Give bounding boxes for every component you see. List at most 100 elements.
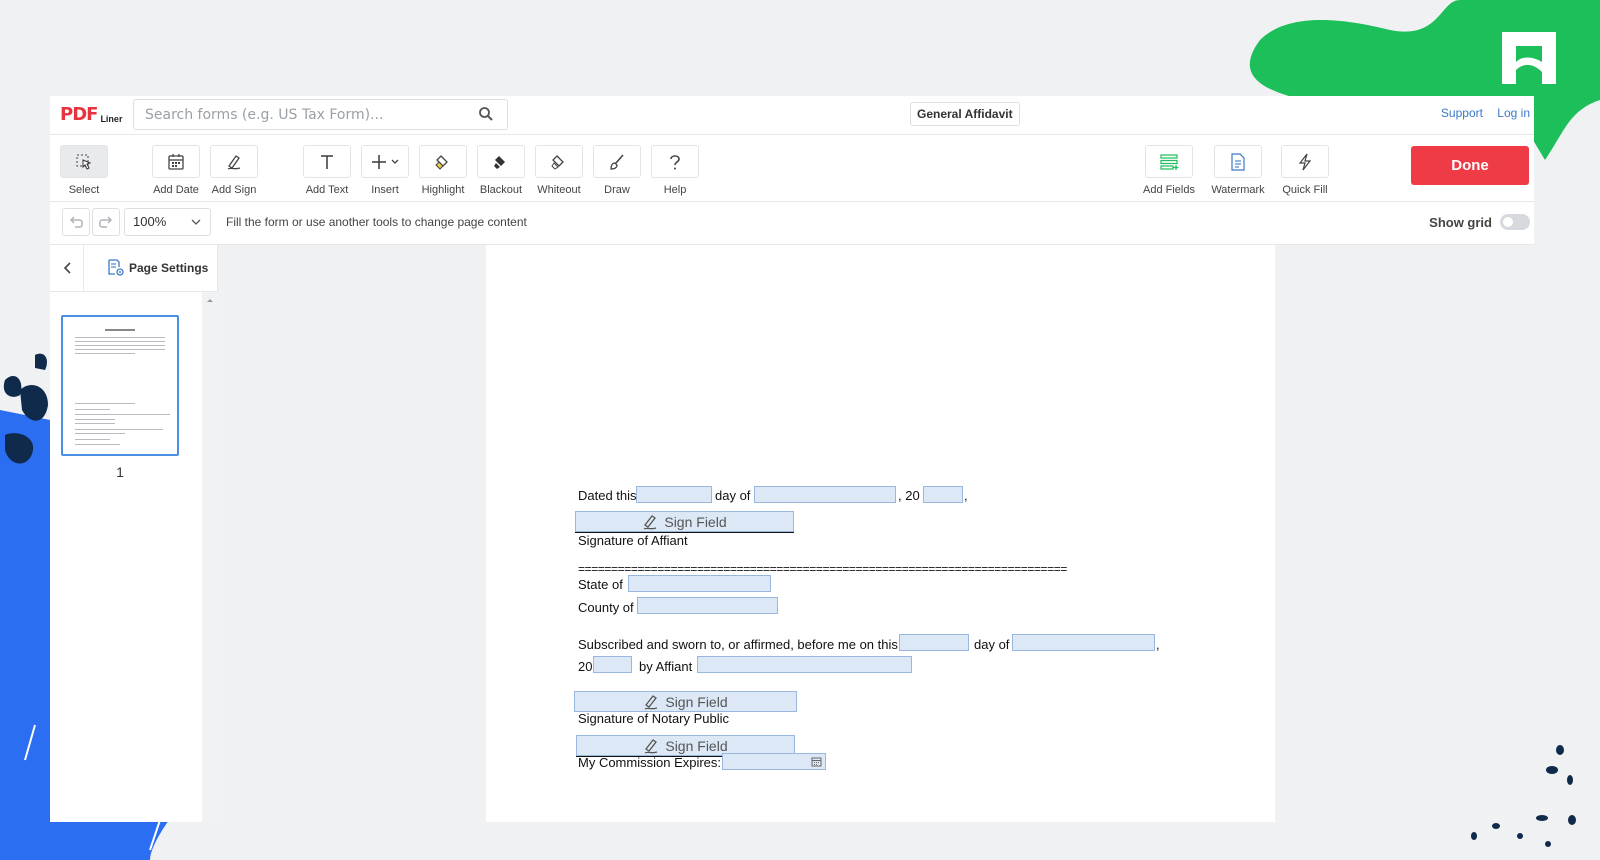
- add-date-label: Add Date: [153, 184, 199, 196]
- notary-sign-field[interactable]: Sign Field: [574, 691, 797, 712]
- top-header: PDF Liner General Affidavit Support Log …: [50, 96, 1534, 135]
- highlight-tool[interactable]: Highlight: [413, 145, 473, 196]
- notary-month-field[interactable]: [1012, 634, 1155, 651]
- pdf-editor-window: PDF Liner General Affidavit Support Log …: [50, 96, 1534, 822]
- affiant-sign-field[interactable]: Sign Field: [575, 511, 794, 532]
- page-thumbnail[interactable]: [61, 315, 179, 456]
- show-grid-label: Show grid: [1429, 214, 1492, 230]
- page-settings-label: Page Settings: [129, 261, 209, 275]
- state-field[interactable]: [628, 575, 771, 592]
- comma-text: ,: [964, 488, 968, 503]
- highlighter-icon: [419, 145, 467, 178]
- calendar-icon[interactable]: [811, 756, 822, 767]
- sub-toolbar: 100% Fill the form or use another tools …: [50, 202, 1534, 245]
- county-field[interactable]: [637, 597, 778, 614]
- blackout-tool[interactable]: Blackout: [471, 145, 531, 196]
- add-sign-tool[interactable]: Add Sign: [204, 145, 264, 196]
- question-mark-icon: [651, 145, 699, 178]
- blackout-marker-icon: [477, 145, 525, 178]
- commission-date-field[interactable]: [722, 753, 826, 770]
- chevron-left-icon: [63, 262, 71, 274]
- toggle-knob: [1503, 217, 1513, 227]
- login-link[interactable]: Log in: [1497, 106, 1530, 120]
- notary-comma-text: ,: [1156, 637, 1160, 652]
- draw-label: Draw: [604, 184, 630, 196]
- signature-notary-text: Signature of Notary Public: [578, 711, 730, 726]
- collapse-sidebar-button[interactable]: [50, 245, 84, 291]
- redo-icon: [99, 216, 113, 228]
- sidebar-scrollbar[interactable]: [202, 292, 218, 822]
- pdfliner-logo[interactable]: PDF Liner: [60, 105, 122, 125]
- insert-tool[interactable]: Insert: [355, 145, 415, 196]
- calendar-icon: [152, 145, 200, 178]
- search-input[interactable]: [134, 100, 454, 129]
- redo-button[interactable]: [92, 208, 120, 236]
- search-box: [133, 99, 508, 130]
- select-tool[interactable]: Select: [54, 145, 114, 196]
- whiteout-marker-icon: [535, 145, 583, 178]
- watermark-tool[interactable]: Watermark: [1208, 145, 1268, 196]
- document-title[interactable]: General Affidavit: [910, 102, 1020, 126]
- undo-button[interactable]: [62, 208, 90, 236]
- support-link[interactable]: Support: [1441, 106, 1483, 120]
- add-fields-label: Add Fields: [1143, 184, 1195, 196]
- by-affiant-text: by Affiant: [639, 659, 693, 674]
- separator-line: ========================================…: [578, 562, 1067, 576]
- pen-signature-icon: [643, 514, 657, 530]
- lightning-icon: [1281, 145, 1329, 178]
- main-toolbar: Select Add Date Add Sign Add Text Insert: [50, 135, 1534, 202]
- year-prefix-text: , 20: [898, 488, 920, 503]
- show-grid-control: Show grid: [1429, 214, 1530, 230]
- chevron-down-icon: [191, 219, 201, 225]
- add-text-tool[interactable]: Add Text: [297, 145, 357, 196]
- sign-field-label: Sign Field: [665, 737, 728, 754]
- search-icon[interactable]: [479, 107, 493, 126]
- state-of-text: State of: [578, 577, 623, 592]
- highlight-label: Highlight: [421, 184, 465, 196]
- add-date-tool[interactable]: Add Date: [146, 145, 206, 196]
- plus-icon: [361, 145, 409, 178]
- brush-icon: [593, 145, 641, 178]
- subscribed-text: Subscribed and sworn to, or affirmed, be…: [578, 637, 898, 652]
- page-number: 1: [116, 464, 124, 480]
- blackout-label: Blackout: [479, 184, 523, 196]
- quick-fill-tool[interactable]: Quick Fill: [1275, 145, 1335, 196]
- logo-text: PDF: [60, 104, 98, 125]
- select-icon: [60, 145, 108, 178]
- dated-year-field[interactable]: [923, 486, 963, 503]
- dated-day-field[interactable]: [636, 486, 712, 503]
- add-text-label: Add Text: [305, 184, 349, 196]
- dated-month-field[interactable]: [754, 486, 896, 503]
- zoom-select[interactable]: 100%: [124, 208, 211, 236]
- text-icon: [303, 145, 351, 178]
- scroll-up-icon[interactable]: [202, 295, 218, 305]
- thumbnail-preview: [75, 329, 170, 445]
- zoom-value: 100%: [133, 214, 167, 229]
- show-grid-toggle[interactable]: [1500, 214, 1530, 230]
- dated-this-text: Dated this: [578, 488, 637, 503]
- pen-signature-icon: [210, 145, 258, 178]
- sidebar-header: Page Settings: [50, 245, 217, 292]
- top-links: Support Log in: [1430, 106, 1530, 120]
- sign-field-label: Sign Field: [665, 693, 728, 710]
- notary-year-field[interactable]: [593, 656, 632, 673]
- page-settings-icon: [108, 259, 124, 276]
- pdf-page: Dated this day of , 20 , Sign Field Sign…: [486, 245, 1275, 822]
- help-label: Help: [663, 184, 687, 196]
- county-of-text: County of: [578, 600, 634, 615]
- help-tool[interactable]: Help: [645, 145, 705, 196]
- pen-signature-icon: [644, 694, 658, 710]
- sign-field-label: Sign Field: [664, 513, 727, 530]
- draw-tool[interactable]: Draw: [587, 145, 647, 196]
- insert-label: Insert: [371, 184, 399, 196]
- notary-day-field[interactable]: [899, 634, 969, 651]
- add-sign-label: Add Sign: [211, 184, 257, 196]
- add-fields-tool[interactable]: Add Fields: [1139, 145, 1199, 196]
- watermark-label: Watermark: [1211, 184, 1265, 196]
- done-button[interactable]: Done: [1411, 146, 1529, 185]
- notary-day-of-text: day of: [974, 637, 1010, 652]
- affiant-name-field[interactable]: [697, 656, 912, 673]
- whiteout-tool[interactable]: Whiteout: [529, 145, 589, 196]
- commission-expires-text: My Commission Expires:: [578, 755, 722, 770]
- page-settings-button[interactable]: Page Settings: [107, 259, 208, 277]
